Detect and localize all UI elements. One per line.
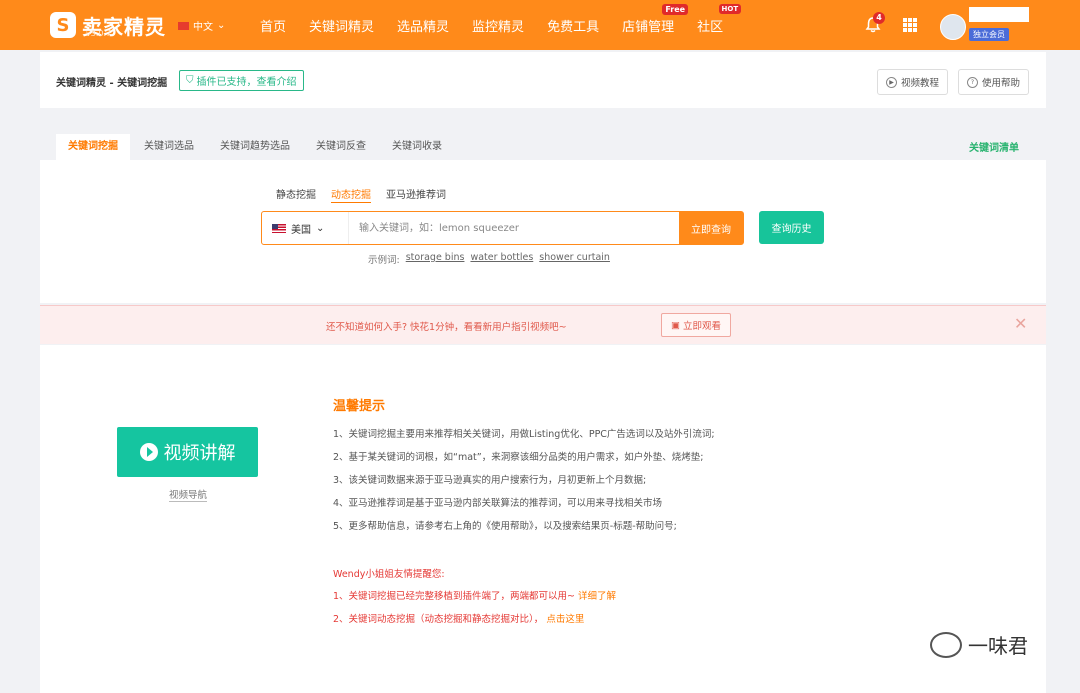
reminder-item: 2、关键词动态挖掘（动态挖掘和静态挖掘对比）， 点击这里 [333, 611, 616, 634]
tab-keyword-index[interactable]: 关键词收录 [380, 134, 454, 160]
tip-item: 5、更多帮助信息，请参考右上角的《使用帮助》，以及搜索结果页-标题-帮助问号; [333, 521, 677, 532]
search-panel: 静态挖掘 动态挖掘 亚马逊推荐词 美国 ⌄ 立即查询 查询历史 示例词: sto… [40, 160, 1046, 303]
member-badge: 独立会员 [969, 28, 1009, 41]
nav-label: 社区 [697, 19, 724, 35]
version-label: v3.0.7 [86, 29, 112, 38]
onboarding-banner: 还不知道如何入手? 快花1分钟，看看新用户指引视频吧~ ▣ 立即观看 ✕ [40, 305, 1046, 344]
nav-label: 监控精灵 [472, 19, 525, 35]
help-content: 视频讲解 视频导航 温馨提示 1、关键词挖掘主要用来推荐相关关键词，用做List… [40, 345, 1046, 693]
mode-dynamic[interactable]: 动态挖掘 [331, 186, 371, 203]
help-button[interactable]: ? 使用帮助 [958, 69, 1030, 95]
top-navbar: S 卖家精灵 v3.0.7 中文 ⌄ 首页 关键词精灵 选品精灵 监控精灵 免费… [0, 0, 1080, 50]
chevron-down-icon: ⌄ [217, 20, 226, 31]
us-flag-icon [272, 223, 286, 233]
example-keywords: 示例词: storage bins water bottles shower c… [368, 252, 610, 266]
video-nav-link[interactable]: 视频导航 [169, 487, 208, 502]
keyword-input[interactable] [349, 212, 679, 244]
mode-static[interactable]: 静态挖掘 [276, 186, 316, 203]
watermark-text: 一味君 [968, 634, 1028, 658]
tab-keyword-product[interactable]: 关键词选品 [132, 134, 206, 160]
country-label: 美国 [291, 224, 311, 236]
nav-label: 首页 [260, 19, 287, 35]
question-circle-icon: ? [967, 76, 978, 88]
tip-item: 2、基于某关键词的词根，如“mat”，来洞察该细分品类的用户需求，如户外垫、烧烤… [333, 452, 704, 463]
country-select[interactable]: 美国 ⌄ [262, 212, 349, 244]
video-icon: ▣ [671, 319, 680, 331]
hot-badge: HOT [718, 3, 742, 14]
example-keyword[interactable]: shower curtain [539, 252, 610, 266]
feature-tabs: 关键词挖掘 关键词选品 关键词趋势选品 关键词反查 关键词收录 [56, 134, 456, 160]
apps-grid-icon[interactable] [903, 18, 917, 32]
china-flag-icon [178, 21, 189, 30]
reminder-item: 1、关键词挖掘已经完整移植到插件端了，两端都可以用~ 详细了解 [333, 588, 616, 611]
close-icon[interactable]: ✕ [1014, 314, 1027, 333]
nav-label: 免费工具 [547, 19, 600, 35]
language-selector[interactable]: 中文 ⌄ [178, 18, 225, 33]
plugin-support-link[interactable]: ⛉ 插件已支持，查看介绍 [179, 70, 304, 91]
watermark: 一味君 [930, 630, 1028, 659]
banner-text: 还不知道如何入手? 快花1分钟，看看新用户指引视频吧~ [326, 322, 567, 333]
search-button[interactable]: 立即查询 [679, 212, 743, 244]
plugin-support-label: 插件已支持，查看介绍 [196, 77, 297, 88]
tab-keyword-trend[interactable]: 关键词趋势选品 [208, 134, 302, 160]
logo-icon: S [50, 12, 76, 38]
keyword-list-link[interactable]: 关键词清单 [969, 139, 1019, 154]
shield-check-icon: ⛉ [186, 75, 194, 86]
reminder-title: Wendy小姐姐友情提醒您: [333, 569, 445, 580]
language-label: 中文 [193, 22, 213, 33]
video-explain-label: 视频讲解 [163, 443, 236, 464]
mining-mode-tabs: 静态挖掘 动态挖掘 亚马逊推荐词 [276, 186, 446, 203]
watch-now-label: 立即观看 [682, 321, 721, 332]
username-field[interactable] [969, 7, 1029, 22]
chevron-down-icon: ⌄ [316, 222, 325, 234]
notification-count: 4 [873, 12, 885, 24]
tips-list: 1、关键词挖掘主要用来推荐相关关键词，用做Listing优化、PPC广告选词以及… [333, 428, 715, 543]
history-button[interactable]: 查询历史 [759, 211, 824, 244]
play-icon [139, 443, 158, 461]
video-tutorial-button[interactable]: ▶ 视频教程 [877, 69, 949, 95]
nav-label: 选品精灵 [397, 19, 450, 35]
search-box: 美国 ⌄ 立即查询 [261, 211, 744, 245]
video-explain-button[interactable]: 视频讲解 [117, 427, 258, 477]
watch-now-button[interactable]: ▣ 立即观看 [661, 313, 731, 337]
play-circle-icon: ▶ [886, 76, 897, 88]
help-label: 使用帮助 [982, 78, 1021, 89]
nav-label: 关键词精灵 [309, 19, 375, 35]
avatar[interactable] [940, 14, 966, 40]
reminder-text: 2、关键词动态挖掘（动态挖掘和静态挖掘对比）， [333, 614, 544, 625]
examples-label: 示例词: [368, 255, 400, 266]
learn-more-link[interactable]: 详细了解 [578, 591, 616, 602]
main-nav: 首页 关键词精灵 选品精灵 监控精灵 免费工具 店铺管理 Free 社区 HOT [260, 0, 746, 50]
nav-label: 店铺管理 [622, 19, 675, 35]
tip-item: 1、关键词挖掘主要用来推荐相关关键词，用做Listing优化、PPC广告选词以及… [333, 429, 715, 440]
breadcrumb: 关键词精灵 - 关键词挖掘 [56, 78, 168, 89]
example-keyword[interactable]: water bottles [470, 252, 533, 266]
video-tutorial-label: 视频教程 [901, 78, 940, 89]
nav-item-home[interactable]: 首页 [260, 16, 286, 35]
nav-item-community[interactable]: 社区 HOT [697, 3, 742, 35]
reminder-list: 1、关键词挖掘已经完整移植到插件端了，两端都可以用~ 详细了解 2、关键词动态挖… [333, 588, 616, 634]
nav-item-free-tools[interactable]: 免费工具 [547, 16, 599, 35]
click-here-link[interactable]: 点击这里 [546, 614, 584, 625]
free-badge: Free [662, 3, 689, 15]
nav-item-product[interactable]: 选品精灵 [397, 16, 449, 35]
wechat-icon [930, 631, 962, 658]
mode-amazon-recommend[interactable]: 亚马逊推荐词 [386, 186, 446, 203]
tab-keyword-mining[interactable]: 关键词挖掘 [56, 134, 130, 160]
page-header: 关键词精灵 - 关键词挖掘 ⛉ 插件已支持，查看介绍 ▶ 视频教程 ? 使用帮助 [40, 52, 1046, 108]
nav-item-monitor[interactable]: 监控精灵 [472, 16, 524, 35]
nav-item-keyword[interactable]: 关键词精灵 [309, 16, 374, 35]
tab-keyword-reverse[interactable]: 关键词反查 [304, 134, 378, 160]
tips-title: 温馨提示 [333, 399, 386, 414]
tip-item: 4、亚马逊推荐词是基于亚马逊内部关联算法的推荐词，可以用来寻找相关市场 [333, 498, 663, 509]
tip-item: 3、该关键词数据来源于亚马逊真实的用户搜索行为，月初更新上个月数据; [333, 475, 647, 486]
example-keyword[interactable]: storage bins [406, 252, 465, 266]
nav-item-store[interactable]: 店铺管理 Free [622, 3, 689, 35]
reminder-text: 1、关键词挖掘已经完整移植到插件端了，两端都可以用~ [333, 591, 576, 602]
